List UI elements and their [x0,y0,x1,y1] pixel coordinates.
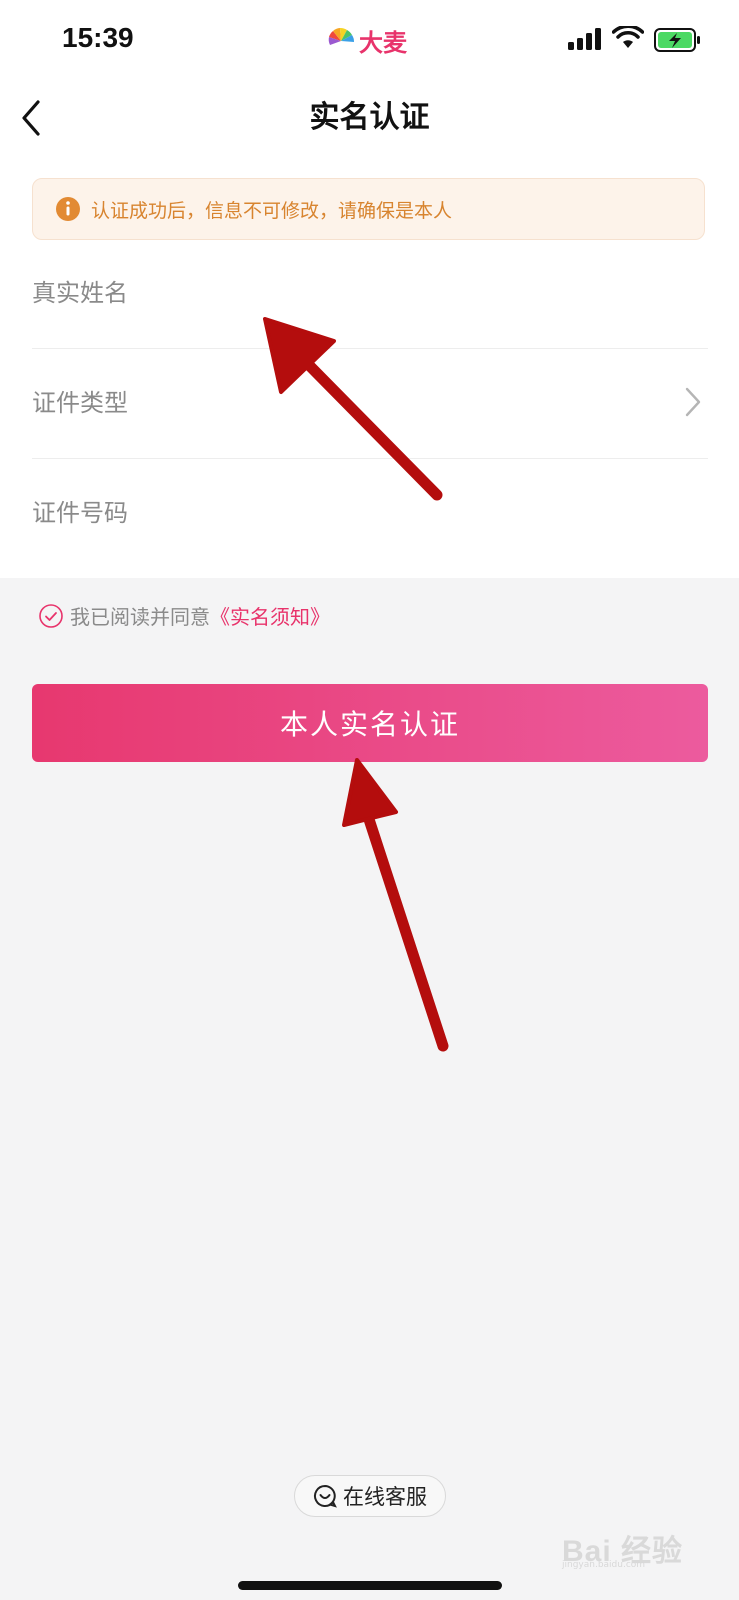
status-time: 15:39 [62,22,134,53]
wifi-icon [612,26,644,48]
page-title: 实名认证 [309,100,430,135]
brand-name: 大麦 [359,28,407,57]
notice-banner: 认证成功后，信息不可修改，请确保是本人 [32,178,705,240]
customer-service-button[interactable]: 在线客服 [294,1475,446,1517]
battery-charging-icon [654,28,700,52]
real-name-row[interactable]: 真实姓名 [32,238,708,349]
baidu-watermark: Bai 经验 jingyan.baidu.com [558,1526,708,1570]
real-name-label: 真实姓名 [32,279,128,307]
real-name-input[interactable] [182,268,636,320]
smile-chat-icon [314,1484,337,1508]
id-number-row[interactable]: 证件号码 [32,458,708,568]
arrow-to-verify-button [342,758,449,1052]
home-indicator[interactable] [238,1581,502,1590]
damai-logo-icon [328,27,355,45]
customer-service-label: 在线客服 [343,1485,427,1509]
chevron-right-icon [685,387,701,417]
brand-indicator[interactable]: 大麦 [326,22,407,58]
check-circle-icon[interactable] [38,603,64,629]
id-number-label: 证件号码 [32,499,128,527]
watermark-url: jingyan.baidu.com [562,1560,646,1570]
verify-button[interactable]: 本人实名认证 [32,684,708,762]
id-type-row[interactable]: 证件类型 [32,348,708,459]
id-type-label: 证件类型 [32,389,128,417]
notice-text: 认证成功后，信息不可修改，请确保是本人 [91,199,453,222]
id-number-input[interactable] [182,488,636,540]
agreement-row[interactable]: 我已阅读并同意 《实名须知》 [38,601,330,630]
agreement-text: 我已阅读并同意 [70,605,210,629]
cellular-signal-icon [568,28,601,50]
info-icon [56,197,80,221]
agreement-link[interactable]: 《实名须知》 [210,601,330,630]
